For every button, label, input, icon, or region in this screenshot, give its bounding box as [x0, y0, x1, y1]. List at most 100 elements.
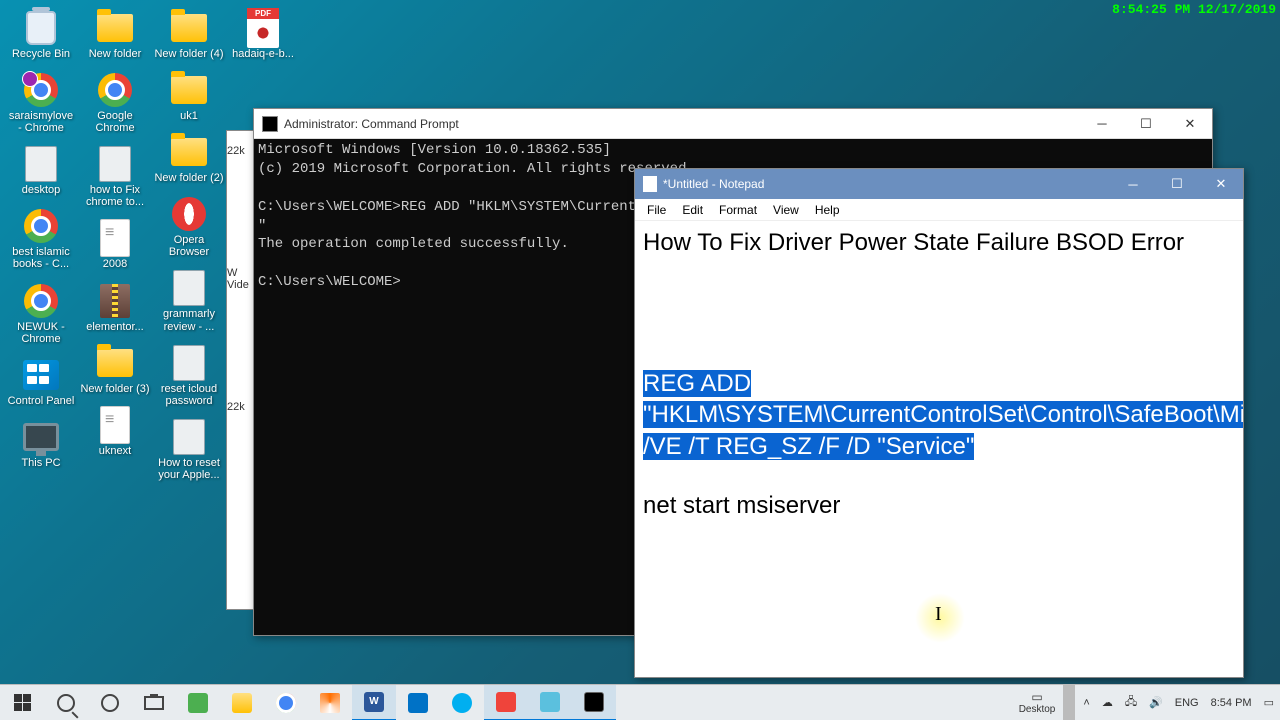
notepad-minimize-button[interactable]: ─: [1111, 169, 1155, 199]
menu-edit[interactable]: Edit: [674, 201, 711, 219]
cmd-minimize-button[interactable]: ─: [1080, 109, 1124, 139]
desktop-icon-label: 2008: [103, 258, 127, 270]
notepad-text-area[interactable]: How To Fix Driver Power State Failure BS…: [635, 221, 1243, 677]
cmd-maximize-button[interactable]: ☐: [1124, 109, 1168, 139]
desktop-icon-newuk-chrome[interactable]: NEWUK - Chrome: [4, 281, 78, 347]
taskbar-app-cmd[interactable]: [572, 685, 616, 720]
tray-onedrive[interactable]: ☁: [1096, 685, 1119, 720]
system-tray[interactable]: ▭ Desktop ˄ ☁ 🖧 🔊 ENG 8:54 PM ▭: [1013, 685, 1280, 720]
text-cursor-icon: I: [935, 601, 942, 627]
desktop-icon-label: grammarly review - ...: [154, 308, 224, 332]
taskbar-app-skype[interactable]: [440, 685, 484, 720]
start-button[interactable]: [0, 685, 44, 720]
opera-icon: [169, 196, 209, 232]
desktop-icon-new-folder[interactable]: New folder: [78, 8, 152, 62]
cmd-titlebar[interactable]: Administrator: Command Prompt ─ ☐ ✕: [254, 109, 1212, 139]
desktop-icon-desktop[interactable]: desktop: [4, 144, 78, 198]
cmd-icon: [262, 116, 278, 132]
chrome-icon: [21, 283, 61, 319]
desktop-icon-label: uk1: [180, 110, 198, 122]
background-window: 22k W Vide 22k: [226, 130, 256, 610]
taskbar-app-chrome[interactable]: [264, 685, 308, 720]
tray-desktop-switcher[interactable]: ▭ Desktop: [1013, 685, 1062, 720]
chrome-icon: [276, 693, 296, 713]
desktop-icon-new-folder-2-[interactable]: New folder (2): [152, 132, 226, 186]
taskbar[interactable]: W ▭ Desktop ˄ ☁ 🖧 🔊 ENG 8:54 PM ▭: [0, 684, 1280, 720]
word-icon: W: [364, 692, 384, 712]
tray-volume[interactable]: 🔊: [1143, 685, 1169, 720]
taskbar-app-word[interactable]: W: [352, 685, 396, 720]
tray-network[interactable]: 🖧: [1119, 685, 1143, 720]
desktop-icon-best-islamic-books-c-[interactable]: best islamic books - C...: [4, 206, 78, 272]
desktop-icon-uk1[interactable]: uk1: [152, 70, 226, 124]
desktop-icon-new-folder-4-[interactable]: New folder (4): [152, 8, 226, 62]
screen-clock-overlay: 8:54:25 PM 12/17/2019: [1112, 2, 1276, 17]
desktop-icon-2008[interactable]: 2008: [78, 218, 152, 272]
task-view-icon: [144, 696, 164, 710]
desktop-icon-label: New folder (2): [154, 172, 223, 184]
taskbar-app-vlc[interactable]: [308, 685, 352, 720]
tray-language[interactable]: ENG: [1169, 685, 1205, 720]
notepad-titlebar[interactable]: *Untitled - Notepad ─ ☐ ✕: [635, 169, 1243, 199]
folder-icon: [169, 134, 209, 170]
chrome-icon: [95, 72, 135, 108]
desktop-icon-label: elementor...: [86, 321, 143, 333]
desktop-icon-label: uknext: [99, 445, 131, 457]
taskbar-app-notepad[interactable]: [528, 685, 572, 720]
desktop-icon-how-to-reset-your-apple-[interactable]: How to reset your Apple...: [152, 417, 226, 483]
desktop-icon-label: New folder (4): [154, 48, 223, 60]
tray-chevron-up[interactable]: ˄: [1077, 685, 1095, 720]
generic-icon: [21, 146, 61, 182]
desktop-icon-label: NEWUK - Chrome: [6, 321, 76, 345]
desktop-icon-new-folder-3-[interactable]: New folder (3): [78, 343, 152, 397]
vlc-icon: [320, 693, 340, 713]
cortana-button[interactable]: [88, 685, 132, 720]
notepad-maximize-button[interactable]: ☐: [1155, 169, 1199, 199]
notepad-menubar: FileEditFormatViewHelp: [635, 199, 1243, 221]
chevron-up-icon: ˄: [1083, 697, 1089, 709]
desktop-icon-hadaiq-e-b-[interactable]: hadaiq-e-b...: [226, 8, 300, 62]
taskbar-search-button[interactable]: [44, 685, 88, 720]
generic-icon: [169, 419, 209, 455]
cmd-close-button[interactable]: ✕: [1168, 109, 1212, 139]
network-icon: 🖧: [1125, 693, 1137, 712]
menu-help[interactable]: Help: [807, 201, 848, 219]
desktop-icon-how-to-fix-chrome-to-[interactable]: how to Fix chrome to...: [78, 144, 152, 210]
tray-notifications[interactable]: ▭: [1258, 685, 1280, 720]
folder-icon: [169, 72, 209, 108]
task-view-button[interactable]: [132, 685, 176, 720]
desktop-icon-opera-browser[interactable]: Opera Browser: [152, 194, 226, 260]
desktop-icon-google-chrome[interactable]: Google Chrome: [78, 70, 152, 136]
folder-icon: [95, 10, 135, 46]
cmd-taskbar-icon: [584, 692, 604, 712]
generic-icon: [169, 345, 209, 381]
desktop-icon-saraismylove-chrome[interactable]: saraismylove - Chrome: [4, 70, 78, 136]
desktop-icon-elementor-[interactable]: elementor...: [78, 281, 152, 335]
taskbar-app-camtasia[interactable]: [176, 685, 220, 720]
desktop-icon-recycle-bin[interactable]: Recycle Bin: [4, 8, 78, 62]
desktop-icon-reset-icloud-password[interactable]: reset icloud password: [152, 343, 226, 409]
thispc-icon: [21, 419, 61, 455]
desktop-icon-control-panel[interactable]: Control Panel: [4, 355, 78, 409]
notepad-heading-text: How To Fix Driver Power State Failure BS…: [643, 227, 1235, 258]
menu-file[interactable]: File: [639, 201, 674, 219]
folder-icon: [169, 10, 209, 46]
taskbar-app-anydesk[interactable]: [484, 685, 528, 720]
generic-icon: [169, 270, 209, 306]
menu-format[interactable]: Format: [711, 201, 765, 219]
desktop-icon-label: best islamic books - C...: [6, 246, 76, 270]
bin-icon: [21, 10, 61, 46]
notification-icon: ▭: [1264, 696, 1274, 709]
desktop-icon-uknext[interactable]: uknext: [78, 405, 152, 459]
taskbar-app-outlook[interactable]: [396, 685, 440, 720]
notepad-close-button[interactable]: ✕: [1199, 169, 1243, 199]
ctrl-icon: [21, 357, 61, 393]
desktop-icon-label: reset icloud password: [154, 383, 224, 407]
desktop-icon-this-pc[interactable]: This PC: [4, 417, 78, 471]
desktop-icon-grammarly-review-[interactable]: grammarly review - ...: [152, 268, 226, 334]
taskbar-app-explorer[interactable]: [220, 685, 264, 720]
tray-clock[interactable]: 8:54 PM: [1205, 685, 1258, 720]
menu-view[interactable]: View: [765, 201, 807, 219]
notepad-window[interactable]: *Untitled - Notepad ─ ☐ ✕ FileEditFormat…: [634, 168, 1244, 678]
notepad-line-3: net start msiserver: [643, 492, 840, 519]
